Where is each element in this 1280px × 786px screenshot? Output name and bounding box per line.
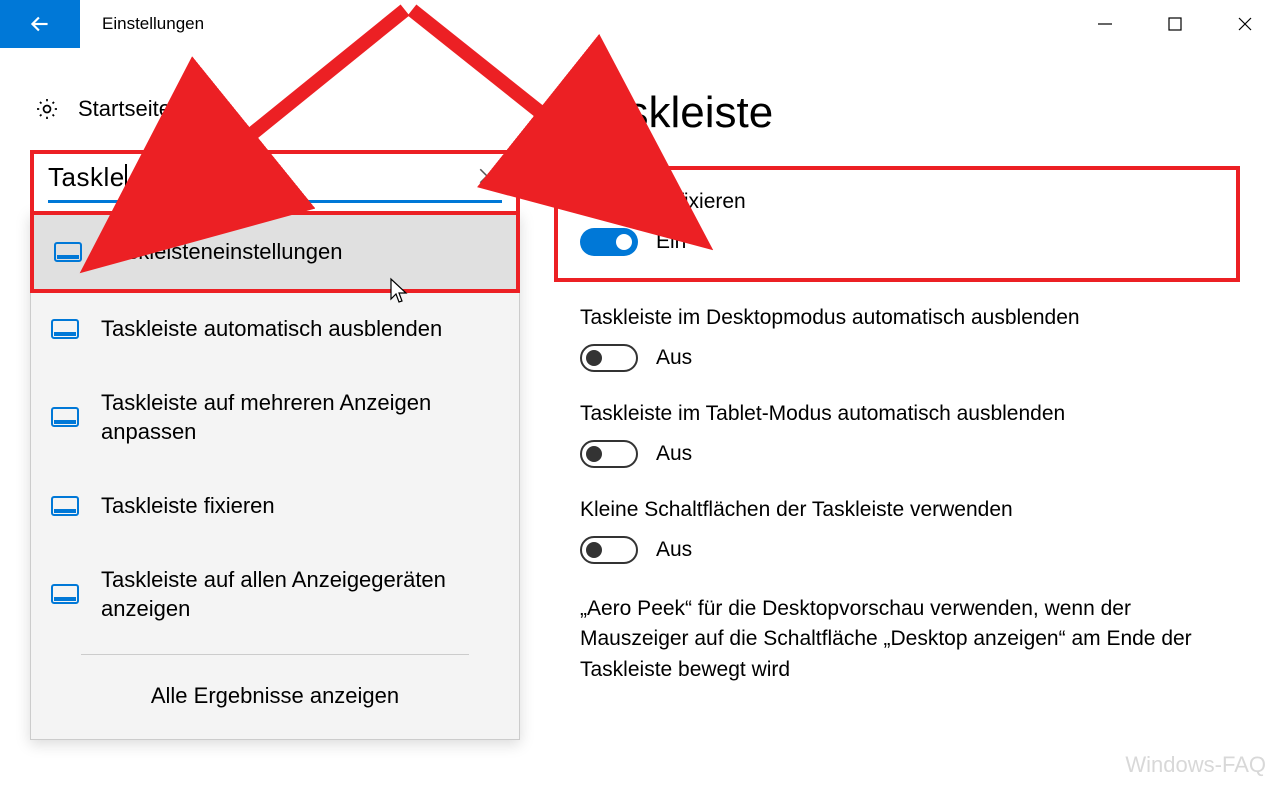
watermark: Windows-FAQ [1125,752,1266,778]
search-result-item[interactable]: Taskleiste auf allen Anzeigegeräten anze… [31,543,519,646]
setting-label: Taskleiste im Desktopmodus automatisch a… [580,306,1250,330]
aero-peek-description: „Aero Peek“ für die Desktopvorschau verw… [580,594,1240,685]
toggle-auto-hide-desktop[interactable] [580,344,638,372]
toggle-state: Aus [656,346,692,370]
window-controls [1090,0,1280,48]
close-icon [478,167,496,185]
content: Startseite Taskle Taskleisteneinstellung… [0,48,1280,740]
display-icon [51,583,79,605]
setting-lock-taskbar: Taskleiste fixieren Ein [554,166,1240,282]
search-result-label: Taskleiste auf mehreren Anzeigen anpasse… [101,388,499,447]
show-all-results[interactable]: Alle Ergebnisse anzeigen [31,655,519,739]
search-result-label: Taskleisteneinstellungen [104,237,496,267]
search-result-label: Taskleiste fixieren [101,491,499,521]
arrow-left-icon [27,11,53,37]
setting-label: Kleine Schaltflächen der Taskleiste verw… [580,498,1250,522]
toggle-state: Aus [656,538,692,562]
maximize-icon [1168,17,1182,31]
display-icon [54,241,82,263]
search-result-label: Taskleiste auf allen Anzeigegeräten anze… [101,565,499,624]
minimize-icon [1097,16,1113,32]
minimize-button[interactable] [1090,9,1120,39]
close-icon [1237,16,1253,32]
toggle-small-buttons[interactable] [580,536,638,564]
search-result-label: Taskleiste automatisch ausblenden [101,314,499,344]
gear-icon [34,96,60,122]
home-label: Startseite [78,96,171,122]
clear-search-button[interactable] [472,165,502,191]
search-result-item[interactable]: Taskleisteneinstellungen [30,212,520,293]
maximize-button[interactable] [1160,9,1190,39]
setting-auto-hide-tablet: Taskleiste im Tablet-Modus automatisch a… [580,402,1250,468]
search-input[interactable]: Taskle [30,150,520,213]
search-value: Taskle [48,162,472,194]
display-icon [51,495,79,517]
setting-small-buttons: Kleine Schaltflächen der Taskleiste verw… [580,498,1250,564]
search-results-dropdown: Taskleisteneinstellungen Taskleiste auto… [30,212,520,740]
toggle-state: Aus [656,442,692,466]
window-title: Einstellungen [80,0,1090,48]
toggle-lock-taskbar[interactable] [580,228,638,256]
page-heading: Taskleiste [580,88,1250,138]
search-result-item[interactable]: Taskleiste auf mehreren Anzeigen anpasse… [31,366,519,469]
search-container: Taskle Taskleisteneinstellungen Taskleis… [30,150,520,740]
display-icon [51,318,79,340]
toggle-auto-hide-tablet[interactable] [580,440,638,468]
search-result-item[interactable]: Taskleiste automatisch ausblenden [31,292,519,366]
home-link[interactable]: Startseite [30,88,520,150]
display-icon [51,406,79,428]
main-panel: Taskleiste Taskleiste fixieren Ein Taskl… [580,88,1250,740]
sidebar: Startseite Taskle Taskleisteneinstellung… [30,88,520,740]
setting-label: Taskleiste fixieren [580,190,1214,214]
toggle-state: Ein [656,230,686,254]
setting-label: Taskleiste im Tablet-Modus automatisch a… [580,402,1250,426]
search-result-item[interactable]: Taskleiste fixieren [31,469,519,543]
back-button[interactable] [0,0,80,48]
setting-auto-hide-desktop: Taskleiste im Desktopmodus automatisch a… [580,306,1250,372]
close-button[interactable] [1230,9,1260,39]
titlebar: Einstellungen [0,0,1280,48]
